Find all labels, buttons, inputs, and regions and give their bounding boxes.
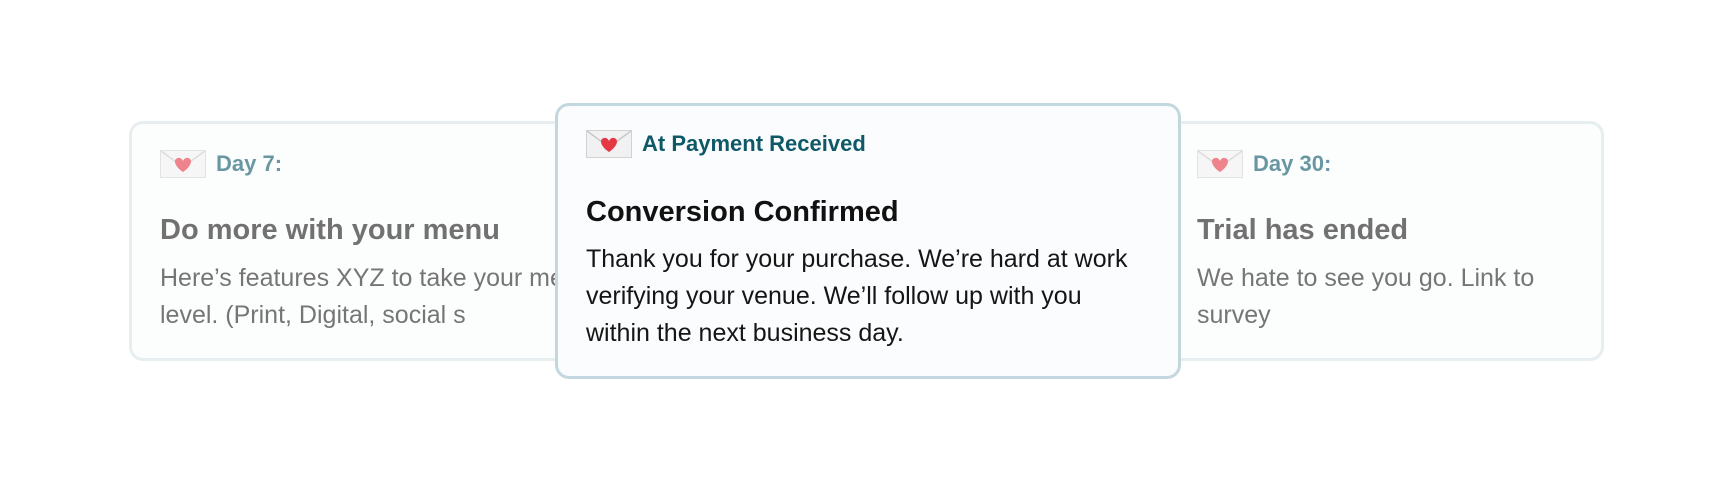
card-tag: At Payment Received — [642, 131, 866, 156]
card-tag: Day 30: — [1253, 151, 1332, 176]
card-body: Thank you for your purchase. We’re hard … — [586, 245, 1128, 347]
email-card-day-7[interactable]: Day 7: Do more with your menu Here’s fea… — [129, 121, 589, 361]
card-body: We hate to see you go. Link to survey — [1197, 264, 1535, 329]
card-title: Do more with your menu — [160, 214, 500, 246]
love-letter-icon — [1197, 150, 1243, 178]
card-tag: Day 7: — [216, 151, 283, 176]
card-body: Here’s features XYZ to take your menu to… — [160, 264, 586, 329]
love-letter-icon — [586, 130, 632, 158]
card-header: Day 7: — [160, 150, 282, 178]
card-header: At Payment Received — [586, 130, 866, 158]
card-title: Trial has ended — [1197, 214, 1409, 246]
card-title: Conversion Confirmed — [586, 196, 899, 228]
love-letter-icon — [160, 150, 206, 178]
email-card-payment-received[interactable]: At Payment Received Conversion Confirmed… — [555, 103, 1181, 379]
email-card-day-30[interactable]: Day 30: Trial has ended We hate to see y… — [1166, 121, 1604, 361]
card-header: Day 30: — [1197, 150, 1331, 178]
